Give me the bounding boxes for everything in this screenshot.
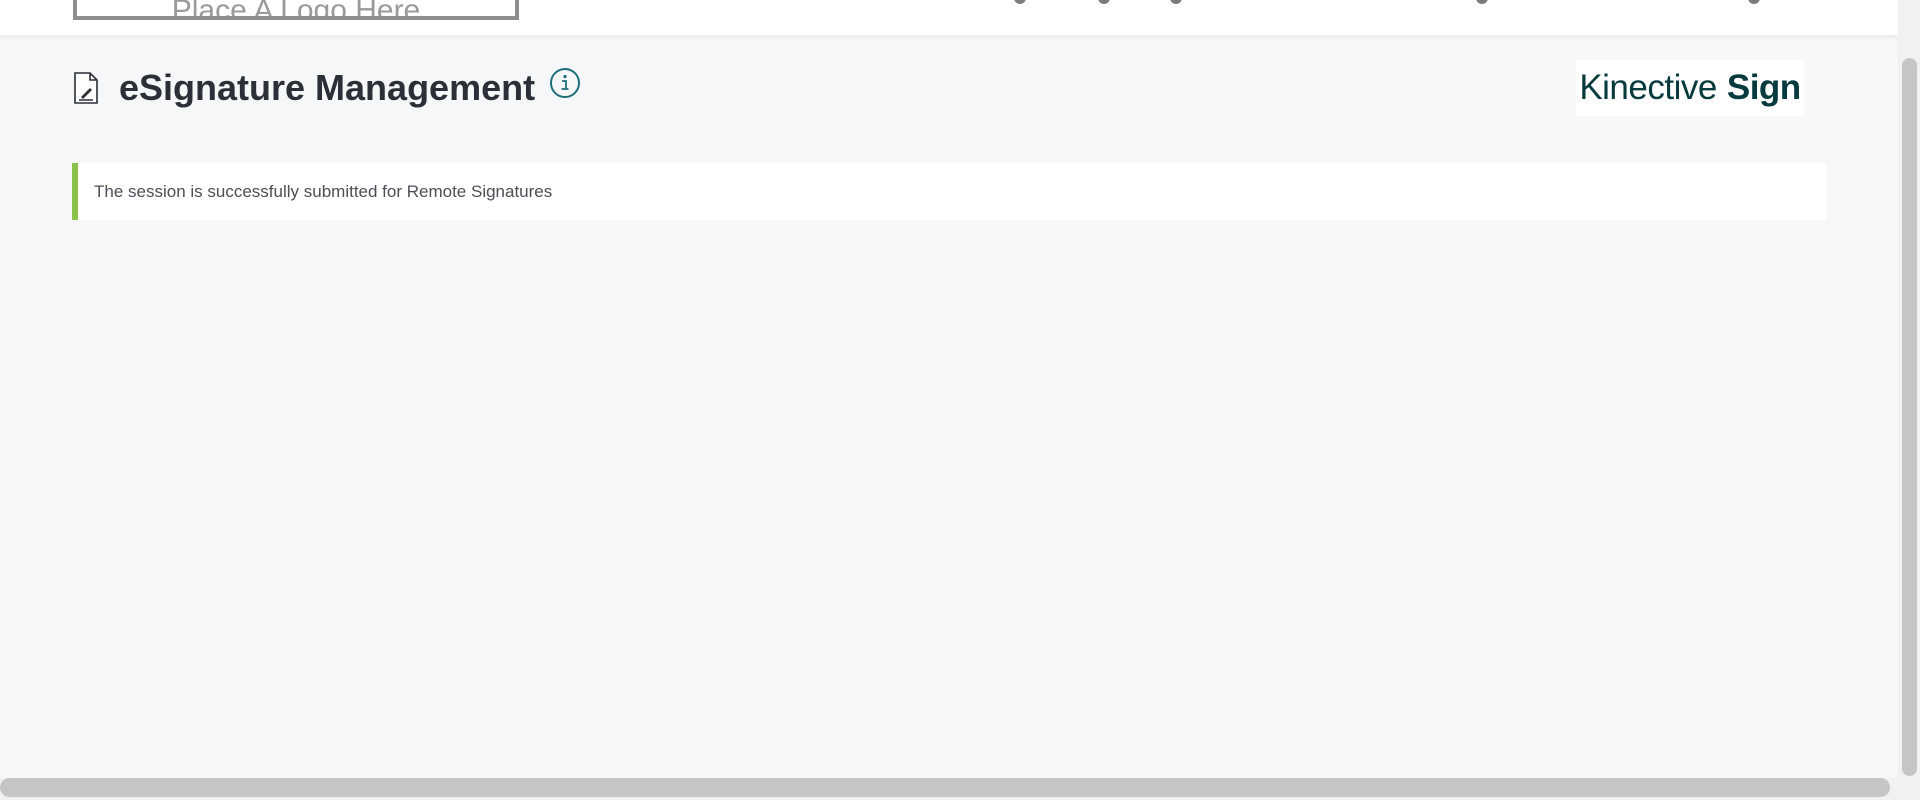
info-circle-icon[interactable]	[549, 67, 581, 99]
nav-link-fragment[interactable]	[1014, 0, 1026, 4]
brand-logo: Kinective Sign	[1576, 60, 1804, 116]
horizontal-scrollbar[interactable]	[0, 778, 1898, 800]
nav-link-fragment[interactable]	[1476, 0, 1488, 4]
nav-link-fragment[interactable]	[1748, 0, 1760, 4]
top-nav-links-cutoff	[1000, 0, 1780, 4]
brand-name-bold: Sign	[1726, 68, 1801, 107]
vertical-scrollbar[interactable]	[1898, 0, 1920, 800]
nav-link-fragment[interactable]	[1170, 0, 1182, 4]
scrollbar-corner	[1898, 778, 1920, 800]
page-title: eSignature Management	[119, 67, 536, 108]
success-alert: The session is successfully submitted fo…	[72, 163, 1827, 220]
logo-placeholder[interactable]: Place A Logo Here	[73, 0, 519, 20]
app-viewport: Place A Logo Here eSignature Management …	[0, 0, 1898, 778]
alert-message: The session is successfully submitted fo…	[94, 181, 553, 201]
vertical-scrollbar-thumb[interactable]	[1902, 58, 1917, 776]
brand-name-light: Kinective	[1579, 68, 1717, 107]
page-header: eSignature Management	[73, 66, 581, 110]
top-navigation-bar: Place A Logo Here	[0, 0, 1898, 35]
document-sign-icon	[74, 72, 98, 104]
horizontal-scrollbar-thumb[interactable]	[0, 778, 1890, 797]
nav-link-fragment[interactable]	[1098, 0, 1110, 4]
logo-placeholder-text: Place A Logo Here	[171, 0, 421, 20]
